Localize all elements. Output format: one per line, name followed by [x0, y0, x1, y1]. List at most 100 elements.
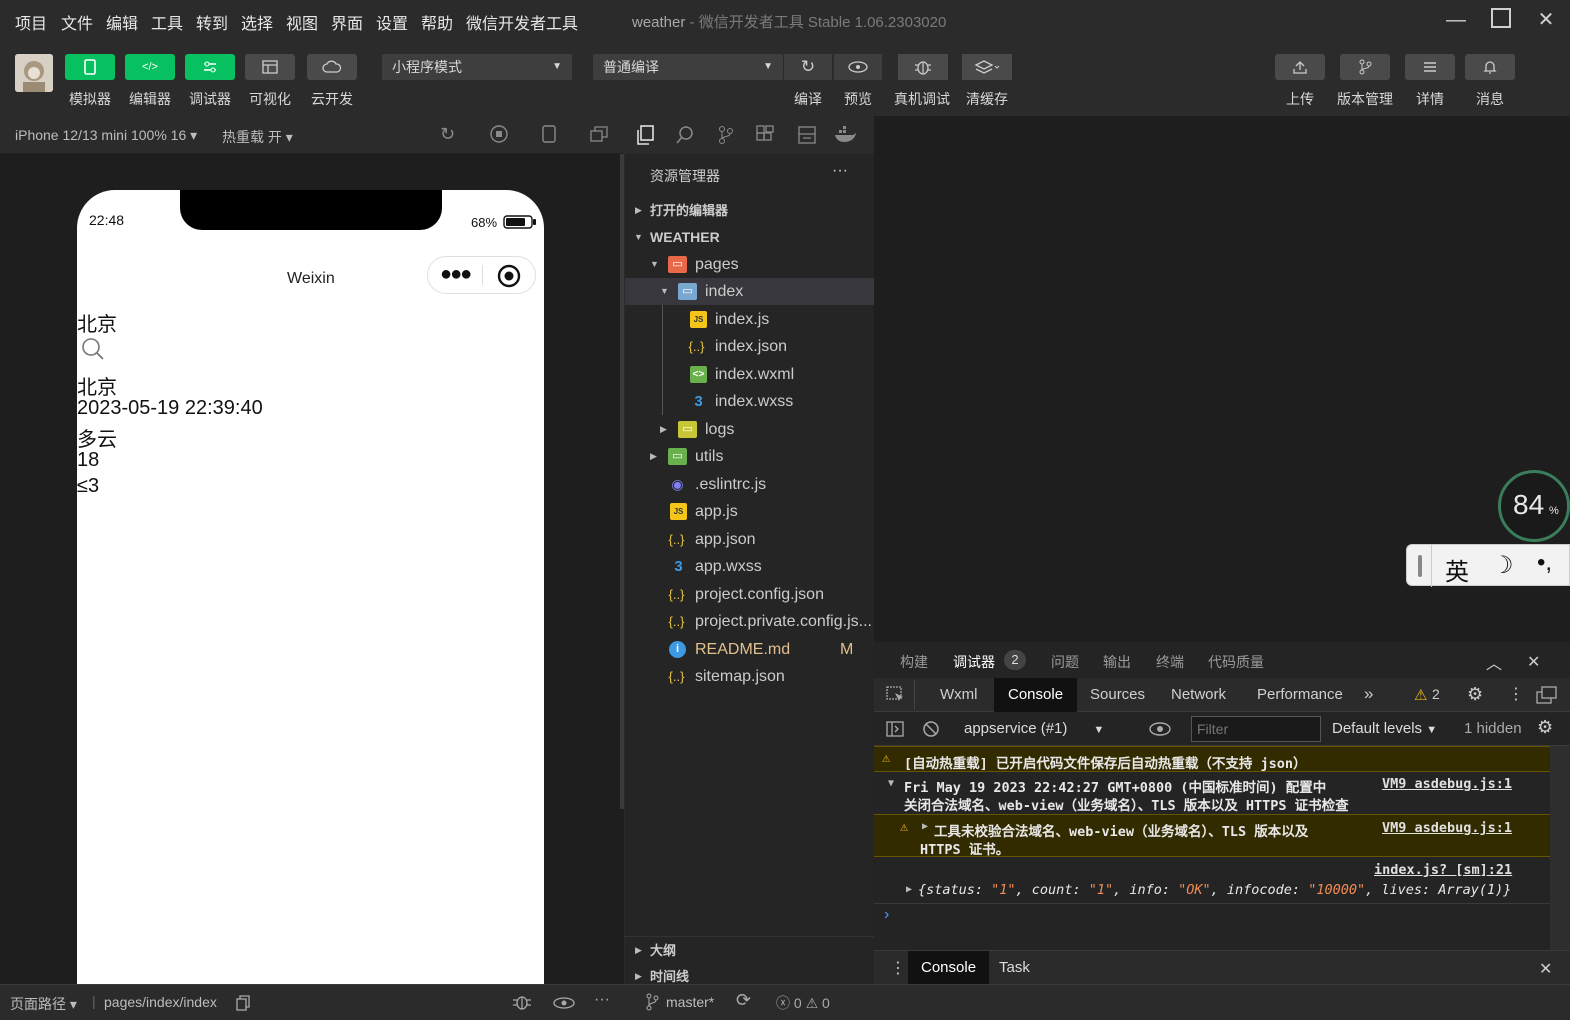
drawer-tab-task[interactable]: Task — [999, 951, 1030, 985]
device-select[interactable]: iPhone 12/13 mini 100% 16 ▾ — [15, 127, 197, 144]
phone-screen[interactable]: 22:48 68% Weixin ●●● 北京 北京 2023-05-19 22… — [77, 190, 544, 984]
menu-project[interactable]: 项目 — [15, 10, 47, 34]
menu-tools[interactable]: 工具 — [151, 10, 183, 34]
bug-icon[interactable] — [512, 993, 532, 1014]
ime-toolbar[interactable]: 英 ☽ •, — [1406, 544, 1570, 587]
tab-issues[interactable]: 问题 — [1051, 652, 1079, 672]
minimize-icon[interactable]: — — [1444, 8, 1468, 32]
files-icon[interactable] — [635, 125, 655, 148]
inspect-element-icon[interactable] — [886, 686, 906, 707]
drag-handle[interactable] — [1418, 555, 1422, 577]
details-button[interactable] — [1405, 54, 1455, 80]
avatar[interactable] — [15, 54, 53, 92]
context-select[interactable]: appservice (#1) ▼ — [964, 720, 1104, 737]
tree-item-index-wxss[interactable]: 3 index.wxss — [625, 388, 874, 415]
tree-item-pages[interactable]: ▼ ▭ pages — [625, 251, 874, 278]
copy-icon[interactable] — [236, 995, 250, 1014]
close-window-icon[interactable]: ✕ — [1534, 8, 1558, 32]
tree-item-project-config[interactable]: {..} project.config.json — [625, 581, 874, 608]
tree-item-index-folder[interactable]: ▼ ▭ index — [625, 278, 874, 305]
mode-select[interactable]: 小程序模式 ▼ — [382, 54, 572, 80]
tree-item-app-js[interactable]: JS app.js — [625, 498, 874, 525]
search-icon[interactable] — [81, 337, 105, 364]
timeline-section[interactable]: ▶ 时间线 — [625, 963, 874, 984]
console-group-row[interactable]: ▼ Fri May 19 2023 22:42:27 GMT+0800 (中国标… — [874, 773, 1554, 814]
capsule-menu[interactable]: ●●● — [427, 256, 536, 294]
tree-item-app-wxss[interactable]: 3 app.wxss — [625, 553, 874, 580]
drawer-tab-console[interactable]: Console — [908, 951, 990, 985]
source-link[interactable]: VM9 asdebug.js:1 — [1382, 820, 1512, 836]
project-section[interactable]: ▼ WEATHER — [625, 224, 874, 251]
tree-item-readme[interactable]: i README.md M — [625, 636, 874, 663]
more-icon[interactable]: ··· — [594, 991, 610, 1009]
tab-network[interactable]: Network — [1157, 678, 1240, 712]
compile-select[interactable]: 普通编译 ▼ — [593, 54, 783, 80]
log-levels-select[interactable]: Default levels ▼ — [1332, 720, 1437, 737]
tree-item-index-json[interactable]: {..} index.json — [625, 333, 874, 360]
extensions-icon[interactable] — [755, 125, 775, 148]
kebab-menu-icon[interactable]: ⋮ — [1508, 684, 1524, 704]
debugger-button[interactable] — [185, 54, 235, 80]
city-input[interactable]: 北京 — [77, 308, 117, 337]
upload-button[interactable] — [1275, 54, 1325, 80]
visual-button[interactable] — [245, 54, 295, 80]
tab-wxml[interactable]: Wxml — [926, 678, 992, 712]
expand-triangle-icon[interactable]: ▶ — [906, 884, 912, 895]
menu-edit[interactable]: 编辑 — [106, 10, 138, 34]
tree-item-index-js[interactable]: JS index.js — [625, 306, 874, 333]
tab-code-quality[interactable]: 代码质量 — [1208, 652, 1264, 672]
search-icon[interactable] — [675, 125, 695, 148]
tree-item-project-private-config[interactable]: {..} project.private.config.js... — [625, 608, 874, 635]
console-log-row[interactable]: index.js? [sm]:21 ▶ {status: "1", count:… — [874, 858, 1554, 902]
tab-debugger[interactable]: 调试器 — [953, 652, 995, 672]
docker-icon[interactable] — [833, 125, 857, 148]
warning-icon[interactable]: ⚠ — [1414, 686, 1427, 704]
tree-item-utils[interactable]: ▶ ▭ utils — [625, 443, 874, 470]
tab-console[interactable]: Console — [994, 678, 1078, 712]
tree-item-app-json[interactable]: {..} app.json — [625, 526, 874, 553]
tab-build[interactable]: 构建 — [900, 652, 928, 672]
clear-cache-button[interactable] — [962, 54, 1012, 80]
sidebar-toggle-icon[interactable] — [886, 721, 904, 740]
console-settings-gear-icon[interactable]: ⚙ — [1537, 717, 1553, 738]
moon-icon[interactable]: ☽ — [1492, 551, 1514, 580]
tab-performance[interactable]: Performance — [1243, 678, 1357, 712]
remote-debug-button[interactable] — [898, 54, 948, 80]
menu-settings[interactable]: 设置 — [376, 10, 408, 34]
menu-goto[interactable]: 转到 — [196, 10, 228, 34]
sim-scrollbar[interactable] — [620, 154, 624, 809]
drawer-menu-icon[interactable]: ⋮ — [890, 958, 906, 978]
expand-triangle-icon[interactable]: ▶ — [922, 821, 928, 832]
maximize-icon[interactable] — [1489, 8, 1513, 32]
git-branch-icon[interactable] — [645, 993, 659, 1014]
menu-select[interactable]: 选择 — [241, 10, 273, 34]
menu-help[interactable]: 帮助 — [421, 10, 453, 34]
more-icon[interactable]: ●●● — [440, 263, 472, 286]
menu-file[interactable]: 文件 — [61, 10, 93, 34]
editor-button[interactable]: </> — [125, 54, 175, 80]
clear-console-icon[interactable] — [922, 720, 940, 741]
eye-icon[interactable] — [553, 996, 575, 1013]
reload-icon[interactable]: ↻ — [440, 124, 455, 145]
close-miniprogram-icon[interactable] — [497, 264, 521, 291]
errors-indicator[interactable]: ⓧ 0 ⚠ 0 — [776, 993, 830, 1013]
tab-output[interactable]: 输出 — [1103, 652, 1131, 672]
sync-icon[interactable]: ⟳ — [736, 990, 751, 1011]
menu-wechat-devtools[interactable]: 微信开发者工具 — [466, 10, 578, 34]
live-expression-eye-icon[interactable] — [1149, 722, 1171, 739]
popout-icon[interactable] — [590, 126, 608, 145]
more-tabs-icon[interactable]: » — [1364, 684, 1373, 704]
tree-item-logs[interactable]: ▶ ▭ logs — [625, 416, 874, 443]
undock-icon[interactable] — [1536, 686, 1558, 707]
cloud-dev-button[interactable] — [307, 54, 357, 80]
refresh-icon[interactable]: ↻ — [784, 54, 832, 80]
version-button[interactable] — [1340, 54, 1390, 80]
performance-widget[interactable]: 84 % — [1498, 470, 1570, 542]
menu-interface[interactable]: 界面 — [331, 10, 363, 34]
source-control-icon[interactable] — [717, 125, 735, 148]
tree-item-index-wxml[interactable]: <> index.wxml — [625, 361, 874, 388]
phone-rotate-icon[interactable] — [542, 125, 556, 146]
console-warning-row[interactable]: ⚠ ▶ 工具未校验合法域名、web-view（业务域名）、TLS 版本以及 HT… — [874, 814, 1554, 858]
settings-gear-icon[interactable]: ⚙ — [1467, 684, 1483, 705]
tab-sources[interactable]: Sources — [1076, 678, 1159, 712]
